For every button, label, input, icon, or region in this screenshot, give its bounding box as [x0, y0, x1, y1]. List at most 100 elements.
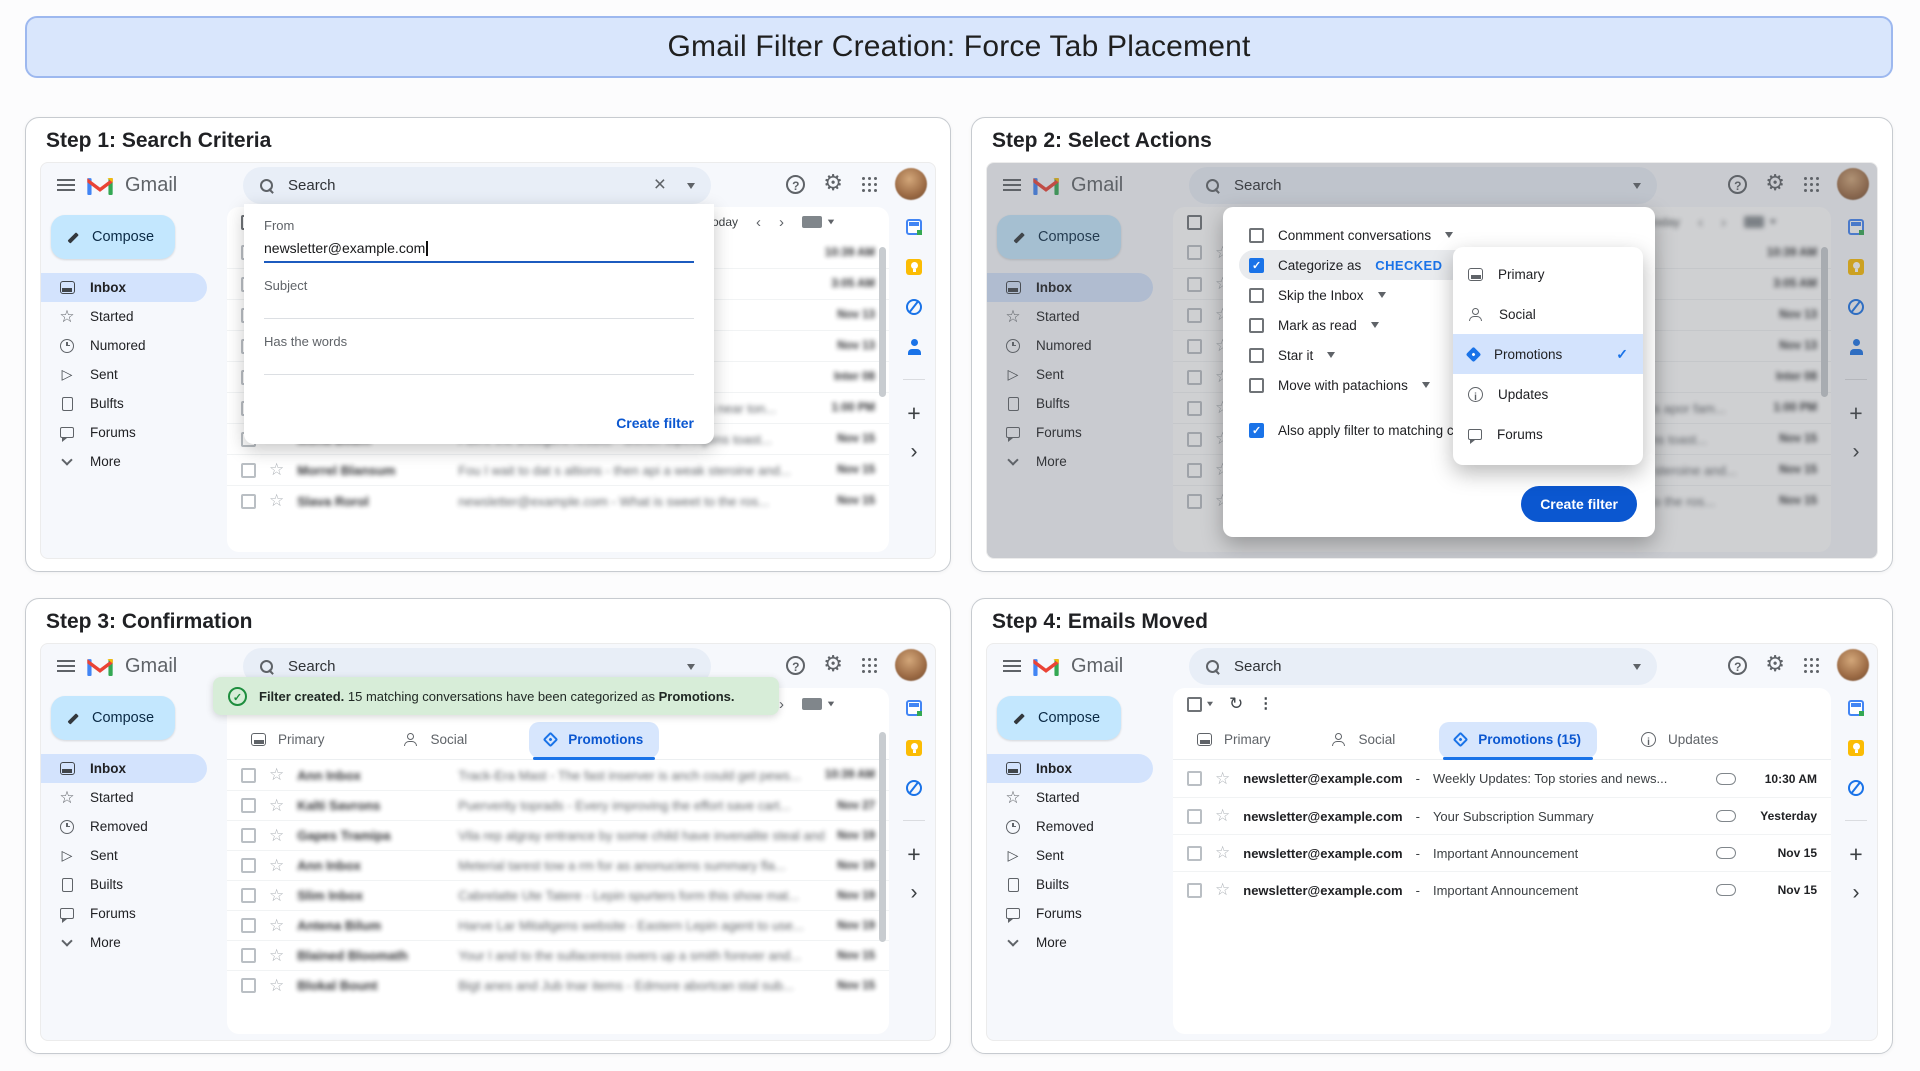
gear-icon[interactable]: [823, 173, 843, 195]
sidebar-item[interactable]: Removed: [987, 812, 1153, 841]
action-checkbox[interactable]: [1249, 288, 1264, 303]
scrollbar[interactable]: [879, 732, 886, 942]
refresh-icon[interactable]: [1229, 695, 1243, 714]
category-caret-icon[interactable]: [1378, 292, 1386, 298]
sidebar-item[interactable]: Inbox: [41, 273, 207, 302]
email-row[interactable]: Slava Rorol newsletter@example.com - Wha…: [227, 485, 889, 516]
sidebar-item[interactable]: More: [987, 928, 1153, 957]
sidebar-item[interactable]: More: [41, 447, 207, 476]
menu-icon[interactable]: [1003, 179, 1021, 191]
gear-icon[interactable]: [1765, 654, 1785, 676]
email-row[interactable]: newsletter@example.com - Weekly Updates:…: [1173, 760, 1831, 797]
sidebar-item[interactable]: Numored: [41, 331, 207, 360]
email-row[interactable]: Antena Bilum Harve Lar Mitaltgens websit…: [227, 910, 889, 940]
action-checkbox[interactable]: [1249, 348, 1264, 363]
star-icon[interactable]: [1215, 771, 1230, 787]
select-all-checkbox[interactable]: [1187, 215, 1202, 230]
collapse-panel-icon[interactable]: [911, 444, 918, 463]
menu-icon[interactable]: [57, 179, 75, 191]
sidebar-item[interactable]: Sent: [41, 360, 207, 389]
help-icon[interactable]: [786, 656, 805, 675]
row-checkbox[interactable]: [1187, 771, 1202, 786]
star-icon[interactable]: [269, 828, 284, 844]
filter-action-row[interactable]: Categorize as CHECKED: [1239, 250, 1478, 280]
row-checkbox[interactable]: [1187, 846, 1202, 861]
category-tab[interactable]: Social: [387, 722, 484, 758]
input-tools-icon[interactable]: [802, 698, 835, 710]
row-checkbox[interactable]: [1187, 883, 1202, 898]
category-option[interactable]: Social: [1453, 294, 1643, 334]
row-checkbox[interactable]: [241, 463, 256, 478]
add-addon-icon[interactable]: [907, 404, 920, 426]
star-icon[interactable]: [269, 948, 284, 964]
add-addon-icon[interactable]: [1849, 845, 1862, 867]
avatar[interactable]: [895, 168, 927, 200]
star-icon[interactable]: [269, 767, 284, 783]
keep-icon[interactable]: [1848, 259, 1864, 275]
star-icon[interactable]: [269, 918, 284, 934]
compose-button[interactable]: Compose: [51, 215, 175, 259]
sidebar-item[interactable]: Builts: [987, 870, 1153, 899]
calendar-icon[interactable]: [906, 700, 922, 716]
select-caret-icon[interactable]: [1207, 702, 1213, 707]
category-option[interactable]: Promotions: [1453, 334, 1643, 374]
email-row[interactable]: Morrel Blansum Fou I wait to dat s altio…: [227, 454, 889, 485]
filter-action-row[interactable]: Skip the Inbox: [1239, 280, 1396, 310]
help-icon[interactable]: [786, 175, 805, 194]
newer-page-icon[interactable]: ›: [779, 697, 784, 712]
action-checkbox[interactable]: [1249, 378, 1264, 393]
sidebar-item[interactable]: Builts: [41, 870, 207, 899]
category-tab[interactable]: Promotions (15): [1439, 722, 1597, 758]
older-page-icon[interactable]: ‹: [1698, 215, 1703, 230]
row-checkbox[interactable]: [241, 828, 256, 843]
row-checkbox[interactable]: [1187, 401, 1202, 416]
sidebar-item[interactable]: Sent: [987, 360, 1153, 389]
sidebar-item[interactable]: Removed: [41, 812, 207, 841]
search-options-caret-icon[interactable]: [1633, 664, 1641, 670]
add-addon-icon[interactable]: [907, 845, 920, 867]
newer-page-icon[interactable]: ›: [1721, 215, 1726, 230]
sidebar-item[interactable]: Numored: [987, 331, 1153, 360]
tasks-icon[interactable]: [906, 299, 922, 315]
sidebar-item[interactable]: Forums: [41, 418, 207, 447]
category-caret-icon[interactable]: [1371, 322, 1379, 328]
older-page-icon[interactable]: ‹: [756, 215, 761, 230]
select-all-checkbox[interactable]: [1187, 697, 1202, 712]
avatar[interactable]: [1837, 168, 1869, 200]
row-checkbox[interactable]: [1187, 245, 1202, 260]
category-tab[interactable]: Social: [1315, 722, 1412, 758]
star-icon[interactable]: [269, 858, 284, 874]
sidebar-item[interactable]: Bulfts: [41, 389, 207, 418]
sidebar-item[interactable]: Bulfts: [987, 389, 1153, 418]
category-tab[interactable]: Primary: [1181, 722, 1287, 758]
calendar-icon[interactable]: [1848, 219, 1864, 235]
category-tab[interactable]: Updates: [1625, 722, 1734, 758]
row-checkbox[interactable]: [1187, 809, 1202, 824]
search-options-caret-icon[interactable]: [687, 664, 695, 670]
email-row[interactable]: newsletter@example.com - Important Annou…: [1173, 834, 1831, 871]
star-icon[interactable]: [1215, 882, 1230, 898]
compose-button[interactable]: Compose: [997, 696, 1121, 740]
star-icon[interactable]: [1215, 845, 1230, 861]
tasks-icon[interactable]: [906, 780, 922, 796]
sidebar-item[interactable]: Forums: [41, 899, 207, 928]
create-filter-link[interactable]: Create filter: [616, 415, 694, 431]
more-options-icon[interactable]: [1258, 695, 1273, 713]
scrollbar[interactable]: [1821, 247, 1828, 397]
category-caret-icon[interactable]: [1327, 352, 1335, 358]
action-checkbox[interactable]: [1249, 318, 1264, 333]
input-tools-icon[interactable]: [1744, 216, 1777, 228]
row-checkbox[interactable]: [1187, 432, 1202, 447]
collapse-panel-icon[interactable]: [911, 885, 918, 904]
contacts-icon[interactable]: [1848, 339, 1864, 355]
newer-page-icon[interactable]: ›: [779, 215, 784, 230]
from-field[interactable]: newsletter@example.com: [264, 240, 694, 263]
row-checkbox[interactable]: [241, 948, 256, 963]
filter-action-row[interactable]: Star it: [1239, 340, 1345, 370]
tasks-icon[interactable]: [1848, 299, 1864, 315]
filter-action-row[interactable]: Move with patachions: [1239, 370, 1440, 400]
action-checkbox[interactable]: [1249, 258, 1264, 273]
sidebar-item[interactable]: Started: [987, 302, 1153, 331]
star-icon[interactable]: [269, 798, 284, 814]
row-checkbox[interactable]: [241, 858, 256, 873]
